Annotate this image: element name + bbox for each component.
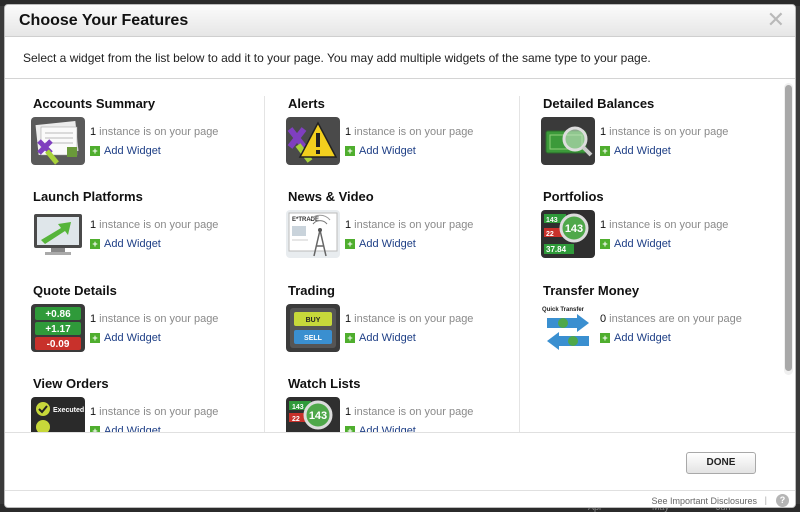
dialog-title: Choose Your Features — [19, 12, 189, 29]
widget-title: Detailed Balances — [543, 96, 655, 111]
instance-count: 1 instance is on your page — [90, 313, 219, 325]
help-icon[interactable]: ? — [776, 494, 789, 507]
plus-icon: + — [90, 333, 100, 343]
widget-title: Trading — [288, 283, 335, 298]
widget-transfer-money: Transfer Money Quick Transfer 0 instance… — [541, 283, 773, 373]
instance-count: 1 instance is on your page — [90, 406, 219, 418]
plus-icon: + — [345, 146, 355, 156]
alert-icon — [286, 117, 340, 165]
add-widget-button[interactable]: + Add Widget — [345, 238, 416, 250]
widget-column-2: Alerts 1 instance is on your page + Add W… — [286, 96, 518, 445]
instance-count: 1 instance is on your page — [345, 219, 474, 231]
close-icon[interactable]: ✕ — [767, 8, 785, 32]
widget-title: View Orders — [33, 376, 109, 391]
widget-detailed-balances: Detailed Balances 1 instance is on your … — [541, 96, 773, 186]
widget-title: Alerts — [288, 96, 325, 111]
trading-icon: BUY SELL — [286, 304, 340, 352]
dialog-header: Choose Your Features ✕ — [5, 5, 795, 37]
column-divider — [519, 96, 520, 432]
svg-text:143: 143 — [309, 410, 327, 422]
svg-text:SELL: SELL — [304, 335, 323, 342]
svg-text:143: 143 — [565, 223, 583, 235]
svg-text:Executed: Executed — [53, 407, 84, 414]
transfer-money-icon: Quick Transfer — [541, 304, 595, 352]
plus-icon: + — [345, 333, 355, 343]
scrollbar-thumb[interactable] — [785, 85, 792, 371]
instance-count: 1 instance is on your page — [600, 219, 729, 231]
instance-count: 1 instance is on your page — [345, 406, 474, 418]
dialog-footer: DONE See Important Disclosures | ? — [5, 432, 795, 507]
column-divider — [264, 96, 265, 432]
widget-column-3: Detailed Balances 1 instance is on your … — [541, 96, 773, 432]
widget-quote-details: Quote Details +0.86 +1.17 -0.09 1 instan… — [31, 283, 263, 373]
widget-title: Portfolios — [543, 189, 604, 204]
widget-title: Launch Platforms — [33, 189, 143, 204]
separator: | — [764, 495, 767, 505]
widget-title: Accounts Summary — [33, 96, 156, 111]
done-button[interactable]: DONE — [686, 452, 756, 474]
svg-text:Quick Transfer: Quick Transfer — [542, 307, 585, 313]
widget-launch-platforms: Launch Platforms 1 instance is on your p… — [31, 189, 263, 279]
widget-accounts-summary: Accounts Summary 1 instance is on your p… — [31, 96, 263, 186]
svg-text:-0.09: -0.09 — [47, 339, 70, 350]
disclosures-bar: See Important Disclosures | ? — [5, 490, 795, 507]
widget-news-video: News & Video E*TRADE 1 instance is on yo… — [286, 189, 518, 279]
choose-features-dialog: Choose Your Features ✕ Select a widget f… — [4, 4, 796, 508]
widget-title: Watch Lists — [288, 376, 361, 391]
instance-count: 1 instance is on your page — [90, 219, 219, 231]
widget-list: Accounts Summary 1 instance is on your p… — [5, 80, 795, 445]
widget-title: Transfer Money — [543, 283, 640, 298]
add-widget-button[interactable]: + Add Widget — [600, 332, 671, 344]
widget-column-1: Accounts Summary 1 instance is on your p… — [31, 96, 263, 445]
svg-text:37.84: 37.84 — [546, 245, 567, 254]
instance-count: 1 instance is on your page — [345, 126, 474, 138]
portfolio-icon: 143 22 37.84 143 — [541, 210, 595, 258]
add-widget-button[interactable]: + Add Widget — [90, 145, 161, 157]
widget-list-scrollbar[interactable] — [784, 83, 793, 375]
monitor-icon — [31, 210, 85, 258]
add-widget-button[interactable]: + Add Widget — [90, 238, 161, 250]
widget-title: Quote Details — [33, 283, 117, 298]
add-widget-button[interactable]: + Add Widget — [600, 238, 671, 250]
svg-text:143: 143 — [292, 404, 304, 411]
accounts-summary-icon — [31, 117, 85, 165]
widget-title: News & Video — [288, 189, 374, 204]
plus-icon: + — [600, 333, 610, 343]
instance-count: 1 instance is on your page — [600, 126, 729, 138]
add-widget-button[interactable]: + Add Widget — [345, 332, 416, 344]
widget-alerts: Alerts 1 instance is on your page + Add W… — [286, 96, 518, 186]
instance-count: 1 instance is on your page — [90, 126, 219, 138]
svg-text:+0.86: +0.86 — [45, 309, 71, 320]
important-disclosures-link[interactable]: See Important Disclosures — [651, 496, 757, 506]
svg-text:22: 22 — [292, 416, 300, 423]
quote-details-icon: +0.86 +1.17 -0.09 — [31, 304, 85, 352]
plus-icon: + — [90, 239, 100, 249]
dialog-intro: Select a widget from the list below to a… — [5, 37, 795, 79]
instance-count: 1 instance is on your page — [345, 313, 474, 325]
svg-text:+1.17: +1.17 — [45, 324, 71, 335]
add-widget-button[interactable]: + Add Widget — [600, 145, 671, 157]
plus-icon: + — [345, 239, 355, 249]
svg-text:143: 143 — [546, 217, 558, 224]
plus-icon: + — [600, 239, 610, 249]
add-widget-button[interactable]: + Add Widget — [90, 332, 161, 344]
widget-portfolios: Portfolios 143 22 37.84 143 1 instance i… — [541, 189, 773, 279]
news-tower-icon: E*TRADE — [286, 210, 340, 258]
plus-icon: + — [600, 146, 610, 156]
instance-count: 0 instances are on your page — [600, 313, 742, 325]
balances-icon — [541, 117, 595, 165]
add-widget-button[interactable]: + Add Widget — [345, 145, 416, 157]
plus-icon: + — [90, 146, 100, 156]
widget-trading: Trading BUY SELL 1 instance is on your p… — [286, 283, 518, 373]
svg-text:BUY: BUY — [306, 317, 321, 324]
svg-text:22: 22 — [546, 231, 554, 238]
